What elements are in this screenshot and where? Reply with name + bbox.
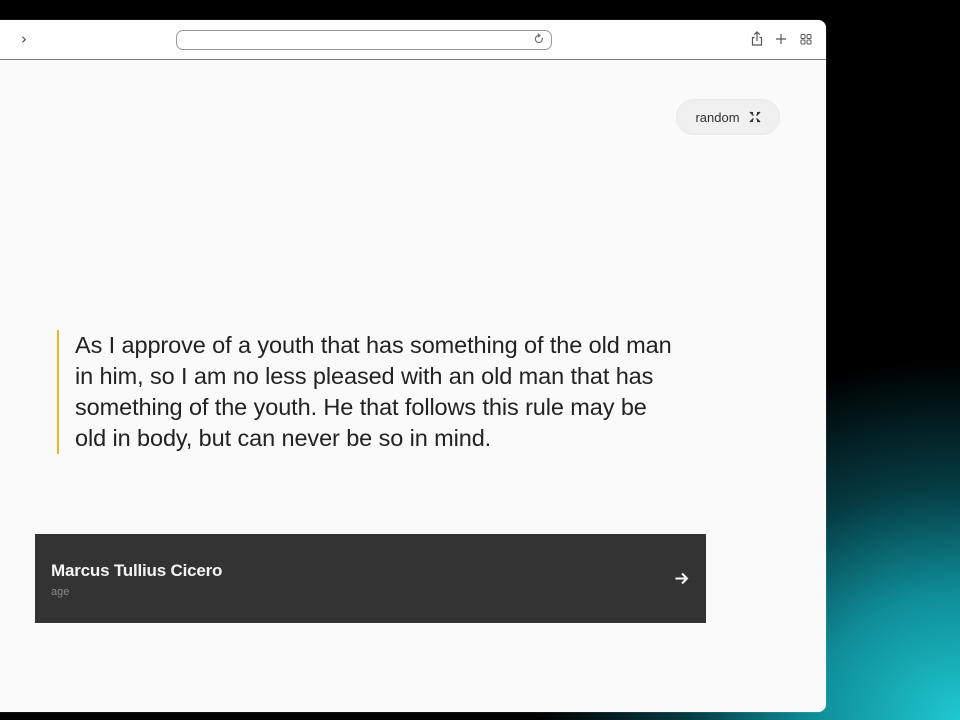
plus-icon[interactable]	[774, 29, 788, 49]
forward-button[interactable]: ›	[21, 29, 27, 49]
arrow-right-icon	[675, 572, 689, 585]
address-bar[interactable]	[176, 30, 552, 50]
random-button-label: random	[695, 109, 740, 125]
page-content: random As I approve of a youth that has …	[0, 60, 826, 712]
tab-overview-icon[interactable]	[799, 29, 813, 49]
quote-text: As I approve of a youth that has somethi…	[75, 332, 672, 451]
browser-toolbar: ‹ ›	[0, 20, 826, 60]
shuffle-icon	[749, 111, 761, 123]
author-card[interactable]: Marcus Tullius Cicero age	[35, 534, 706, 623]
share-icon[interactable]	[750, 29, 764, 49]
random-quote-button[interactable]: random	[676, 99, 780, 135]
author-name: Marcus Tullius Cicero	[51, 561, 223, 580]
quote-topic: age	[51, 586, 70, 598]
quote-block: As I approve of a youth that has somethi…	[57, 330, 677, 454]
browser-window: ‹ › random	[0, 20, 826, 712]
reload-icon[interactable]	[533, 32, 545, 46]
